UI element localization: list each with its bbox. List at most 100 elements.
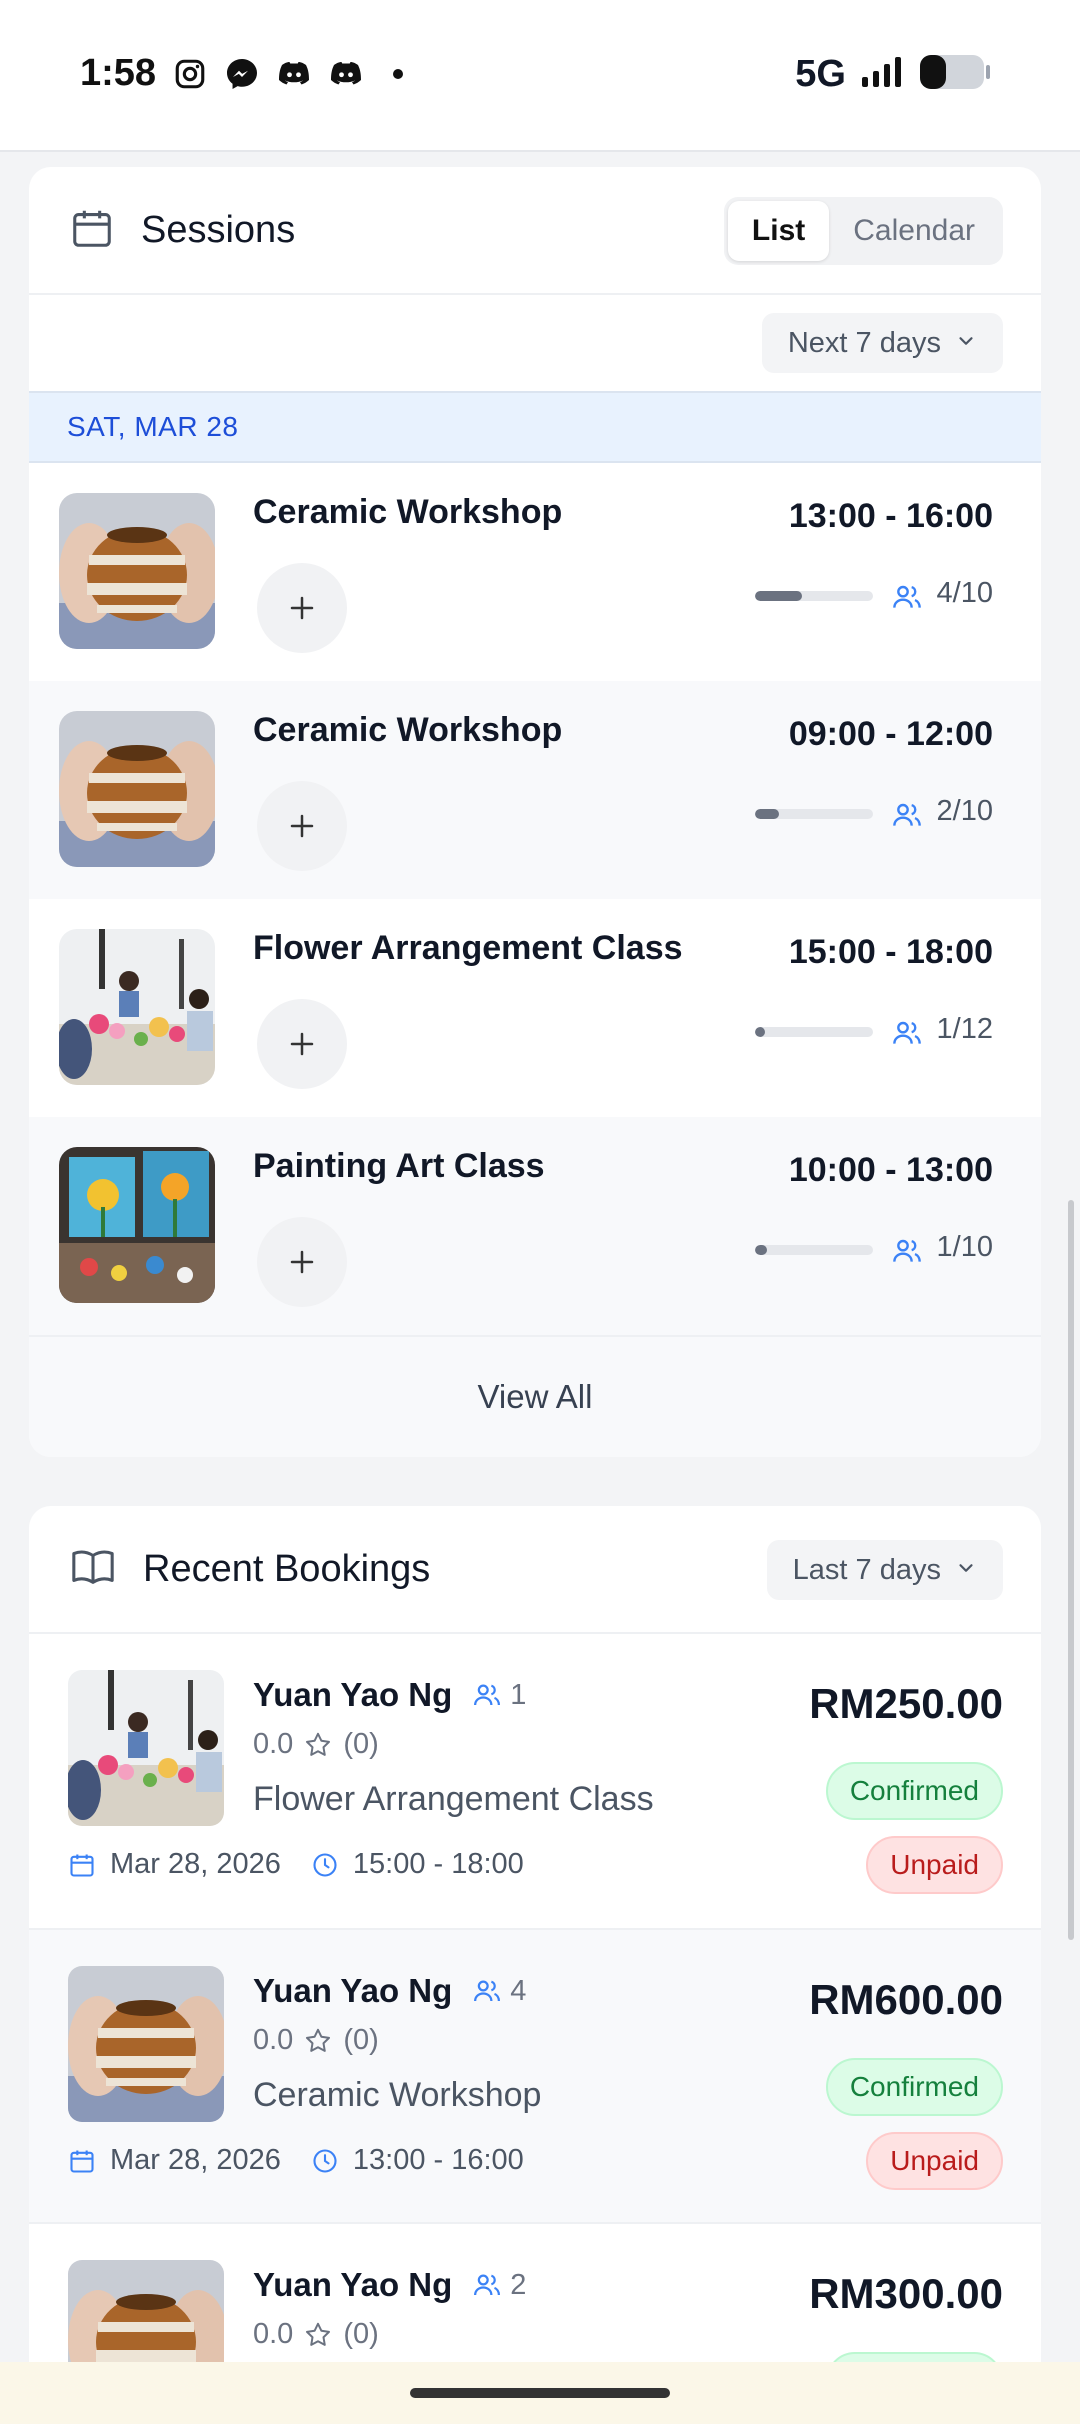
session-time: 15:00 - 18:00 (788, 933, 993, 971)
sessions-filter-row: Next 7 days (29, 295, 1041, 393)
home-indicator[interactable] (410, 2388, 670, 2398)
add-booking-button[interactable] (257, 999, 347, 1089)
painting-class-thumbnail (59, 1147, 215, 1303)
guest-count-value: 4 (510, 1974, 527, 2007)
users-icon (891, 1017, 923, 1049)
tab-list[interactable]: List (727, 201, 830, 261)
status-badge: Confirmed (825, 1762, 1003, 1820)
booking-date: Mar 28, 2026 (110, 1848, 281, 1880)
session-time: 13:00 - 16:00 (788, 497, 993, 535)
capacity-count: 1/10 (936, 1231, 993, 1263)
capacity-count: 4/10 (936, 577, 993, 609)
rating: 0.0 (0) (253, 1728, 379, 1761)
bookings-card: Recent Bookings Last 7 days Yuan Yao Ng … (29, 1506, 1041, 2406)
customer-name-row: Yuan Yao Ng 4 (253, 1972, 526, 2010)
flower-class-thumbnail (59, 929, 215, 1085)
booking-price: RM250.00 (809, 1680, 1003, 1727)
chevron-down-icon (955, 327, 977, 360)
rating: 0.0 (0) (253, 2318, 379, 2351)
star-icon (306, 1732, 331, 1756)
rating: 0.0 (0) (253, 2024, 379, 2057)
chevron-down-icon (955, 1554, 977, 1587)
view-all-button[interactable]: View All (29, 1335, 1041, 1457)
plus-icon (290, 1032, 314, 1056)
plus-icon (290, 814, 314, 838)
session-row[interactable]: Ceramic Workshop 13:00 - 16:00 4/10 (29, 463, 1041, 681)
capacity-bar (755, 1245, 873, 1255)
session-row[interactable]: Flower Arrangement Class 15:00 - 18:00 1… (29, 899, 1041, 1117)
ceramic-pot-thumbnail (59, 711, 215, 867)
instagram-icon (172, 56, 208, 92)
ceramic-pot-thumbnail (59, 493, 215, 649)
booking-time: 15:00 - 18:00 (352, 1848, 524, 1880)
booking-date: Mar 28, 2026 (110, 2144, 281, 2176)
star-icon (306, 2322, 331, 2346)
rating-value: 0.0 (253, 1728, 294, 1760)
sessions-range-dropdown[interactable]: Next 7 days (761, 313, 1003, 373)
dot-icon (380, 56, 416, 92)
users-icon (474, 1684, 501, 1706)
sessions-range-label: Next 7 days (787, 326, 941, 359)
review-count: (0) (343, 2024, 379, 2056)
booking-row[interactable]: Yuan Yao Ng 4 0.0 (0) Ceramic Workshop M… (29, 1928, 1041, 2222)
review-count: (0) (343, 2318, 379, 2350)
session-time: 10:00 - 13:00 (788, 1151, 993, 1189)
capacity-bar (755, 591, 873, 601)
messenger-icon (224, 56, 260, 92)
booking-datetime: Mar 28, 2026 15:00 - 18:00 (68, 1848, 524, 1881)
discord-icon (276, 56, 312, 92)
date-header: SAT, MAR 28 (29, 393, 1041, 463)
calendar-icon (70, 2150, 94, 2173)
signal-icon (860, 55, 904, 94)
notification-icons (172, 56, 416, 92)
session-row[interactable]: Painting Art Class 10:00 - 13:00 1/10 (29, 1117, 1041, 1335)
payment-badge: Unpaid (866, 1836, 1003, 1894)
booked-class: Flower Arrangement Class (253, 1780, 654, 1818)
add-booking-button[interactable] (257, 1217, 347, 1307)
session-name: Ceramic Workshop (253, 711, 563, 749)
view-toggle: List Calendar (723, 197, 1003, 265)
scrollbar[interactable] (1068, 1200, 1074, 1940)
calendar-icon (69, 204, 115, 257)
discord-icon (328, 56, 364, 92)
rating-value: 0.0 (253, 2318, 294, 2350)
rating-value: 0.0 (253, 2024, 294, 2056)
guest-count: 4 (472, 1975, 526, 2008)
bookings-header: Recent Bookings Last 7 days (29, 1506, 1041, 1634)
clock-icon (313, 1852, 337, 1877)
booking-price: RM600.00 (809, 1976, 1003, 2023)
plus-icon (290, 596, 314, 620)
booked-class: Ceramic Workshop (253, 2076, 542, 2114)
session-name: Ceramic Workshop (253, 493, 563, 531)
bookings-range-label: Last 7 days (792, 1553, 941, 1586)
status-bar: 1:58 5G (0, 0, 1080, 152)
plus-icon (290, 1250, 314, 1274)
bookings-range-dropdown[interactable]: Last 7 days (766, 1540, 1003, 1600)
customer-name-row: Yuan Yao Ng 2 (253, 2266, 526, 2304)
status-badge: Confirmed (825, 2058, 1003, 2116)
capacity-bar (755, 809, 873, 819)
add-booking-button[interactable] (257, 781, 347, 871)
booking-price: RM300.00 (809, 2270, 1003, 2317)
customer-name: Yuan Yao Ng (253, 1676, 453, 1713)
session-name: Flower Arrangement Class (253, 929, 683, 967)
users-icon (891, 1235, 923, 1267)
sessions-header: Sessions List Calendar (29, 167, 1041, 295)
calendar-icon (70, 1854, 94, 1877)
status-time: 1:58 (80, 52, 157, 94)
session-row[interactable]: Ceramic Workshop 09:00 - 12:00 2/10 (29, 681, 1041, 899)
capacity-count: 2/10 (936, 795, 993, 827)
guest-count: 1 (472, 1679, 526, 1712)
booking-row[interactable]: Yuan Yao Ng 1 0.0 (0) Flower Arrangement… (29, 1634, 1041, 1928)
booking-time: 13:00 - 16:00 (352, 2144, 524, 2176)
users-icon (891, 799, 923, 831)
tab-calendar[interactable]: Calendar (829, 201, 999, 261)
booking-datetime: Mar 28, 2026 13:00 - 16:00 (68, 2144, 524, 2177)
add-booking-button[interactable] (257, 563, 347, 653)
users-icon (474, 1980, 501, 2002)
session-time: 09:00 - 12:00 (788, 715, 993, 753)
customer-name: Yuan Yao Ng (253, 1972, 453, 2009)
review-count: (0) (343, 1728, 379, 1760)
users-icon (891, 581, 923, 613)
customer-name: Yuan Yao Ng (253, 2266, 453, 2303)
